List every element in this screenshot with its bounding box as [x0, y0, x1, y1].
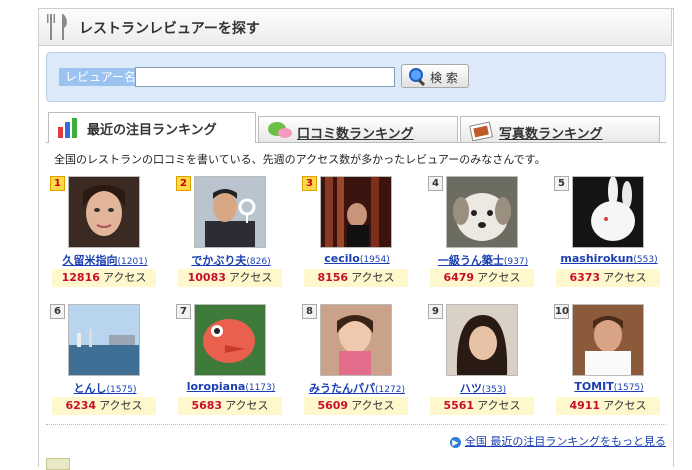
reviewer-photo[interactable]: [320, 176, 392, 248]
search-button-label: 検 索: [430, 71, 458, 85]
access-count: 6373 アクセス: [556, 269, 660, 287]
reviewer-photo[interactable]: [572, 304, 644, 376]
reviewer-card: 1 久留米指向(1201) 12816 アクセス: [46, 172, 164, 290]
rank-badge: 3: [302, 176, 317, 191]
reviewer-name-link[interactable]: loropiana(1173): [172, 380, 290, 393]
access-count: 5683 アクセス: [178, 397, 282, 415]
reviewer-photo[interactable]: [68, 304, 140, 376]
tab-label: 写真数ランキング: [499, 127, 603, 142]
ranking-tabs: 最近の注目ランキング 口コミ数ランキング 写真数ランキング: [46, 112, 666, 143]
search-icon: [409, 68, 426, 87]
reviewer-card: 10 TOMIT(1575) 4911 アクセス: [550, 300, 668, 418]
reviewer-card: 7 loropiana(1173) 5683 アクセス: [172, 300, 290, 418]
tab-review-count-ranking[interactable]: 口コミ数ランキング: [258, 116, 458, 142]
reviewer-photo[interactable]: [194, 304, 266, 376]
reviewer-name-link[interactable]: 一級うん築士(937): [424, 252, 542, 268]
rank-badge: 4: [428, 176, 443, 191]
reviewer-card: 2 でかぶり夫(826) 10083 アクセス: [172, 172, 290, 290]
reviewer-photo[interactable]: [320, 304, 392, 376]
search-box: レビュアー名 検 索: [46, 52, 666, 102]
rank-badge: 7: [176, 304, 191, 319]
photo-icon: [469, 121, 494, 141]
access-count: 6234 アクセス: [52, 397, 156, 415]
reviewer-name-link[interactable]: ハツ(353): [424, 380, 542, 396]
reviewer-card: 3 cecilo(1954) 8156 アクセス: [298, 172, 416, 290]
arrow-right-icon: ▶: [449, 436, 461, 448]
access-count: 10083 アクセス: [178, 269, 282, 287]
reviewer-photo[interactable]: [446, 304, 518, 376]
more-ranking-link[interactable]: ▶ 全国 最近の注目ランキングをもっと見る: [449, 433, 666, 449]
section-header: レストランレビュアーを探す: [38, 8, 672, 46]
ranking-description: 全国のレストランの口コミを書いている、先週のアクセス数が多かったレビュアーのみな…: [54, 153, 546, 166]
reviewer-name-link[interactable]: みうたんパパ(1272): [298, 380, 416, 396]
reviewer-card: 6 とんし(1575) 6234 アクセス: [46, 300, 164, 418]
reviewer-card: 5 mashirokun(553) 6373 アクセス: [550, 172, 668, 290]
search-button[interactable]: 検 索: [401, 64, 469, 88]
rank-badge: 6: [50, 304, 65, 319]
fork-knife-icon: [47, 14, 67, 40]
rank-badge: 1: [50, 176, 65, 191]
tab-label: 口コミ数ランキング: [297, 127, 414, 142]
rank-badge: 8: [302, 304, 317, 319]
rank-badge: 10: [554, 304, 569, 319]
access-count: 12816 アクセス: [52, 269, 156, 287]
access-count: 5609 アクセス: [304, 397, 408, 415]
divider: [46, 424, 666, 425]
reviewer-name-link[interactable]: mashirokun(553): [550, 252, 668, 265]
reviewer-name-label: レビュアー名: [59, 68, 143, 86]
rank-badge: 2: [176, 176, 191, 191]
access-count: 4911 アクセス: [556, 397, 660, 415]
reviewer-photo[interactable]: [194, 176, 266, 248]
reviewer-name-link[interactable]: 久留米指向(1201): [46, 252, 164, 268]
reviewer-name-link[interactable]: とんし(1575): [46, 380, 164, 396]
reviewer-photo[interactable]: [572, 176, 644, 248]
rank-badge: 5: [554, 176, 569, 191]
speech-bubble-icon: [268, 122, 292, 138]
rank-badge: 9: [428, 304, 443, 319]
access-count: 8156 アクセス: [304, 269, 408, 287]
reviewer-name-link[interactable]: でかぶり夫(826): [172, 252, 290, 268]
reviewer-photo[interactable]: [68, 176, 140, 248]
reviewer-card: 4 一級うん築士(937) 6479 アクセス: [424, 172, 542, 290]
reviewer-card: 8 みうたんパパ(1272) 5609 アクセス: [298, 300, 416, 418]
reviewer-card: 9 ハツ(353) 5561 アクセス: [424, 300, 542, 418]
page-title: レストランレビュアーを探す: [79, 21, 260, 37]
next-section-icon: [46, 458, 70, 470]
access-count: 5561 アクセス: [430, 397, 534, 415]
reviewer-name-link[interactable]: cecilo(1954): [298, 252, 416, 265]
tab-photo-count-ranking[interactable]: 写真数ランキング: [460, 116, 660, 142]
tab-label: 最近の注目ランキング: [87, 123, 217, 138]
reviewer-name-link[interactable]: TOMIT(1575): [550, 380, 668, 393]
reviewer-photo[interactable]: [446, 176, 518, 248]
tab-recent-ranking[interactable]: 最近の注目ランキング: [48, 112, 256, 143]
bar-chart-icon: [58, 118, 77, 138]
access-count: 6479 アクセス: [430, 269, 534, 287]
reviewer-name-input[interactable]: [135, 67, 395, 87]
